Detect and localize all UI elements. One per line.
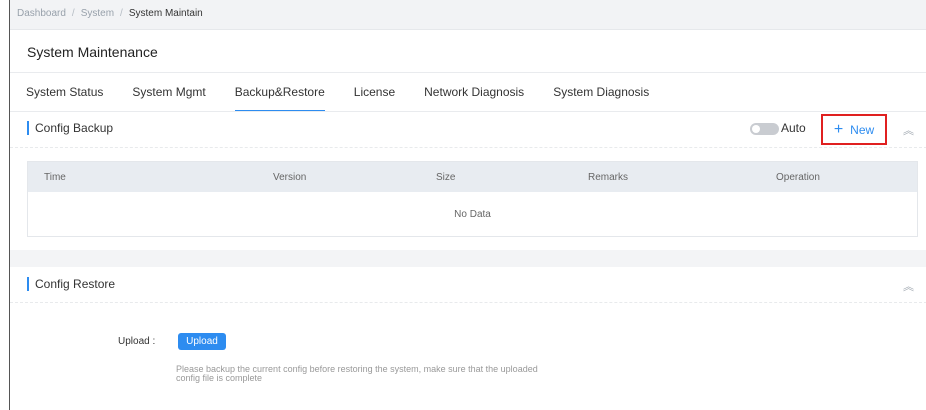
column-size[interactable]: Size bbox=[436, 172, 455, 183]
tab-system-mgmt[interactable]: System Mgmt bbox=[132, 85, 205, 111]
upload-button[interactable]: Upload bbox=[178, 333, 226, 350]
section-separator bbox=[10, 250, 926, 267]
tab-license[interactable]: License bbox=[354, 85, 395, 111]
tab-system-diagnosis[interactable]: System Diagnosis bbox=[553, 85, 649, 111]
breadcrumb-separator: / bbox=[120, 8, 123, 19]
config-backup-title: Config Backup bbox=[35, 121, 114, 135]
section-accent-bar bbox=[27, 277, 29, 291]
auto-label: Auto bbox=[781, 121, 806, 135]
column-remarks[interactable]: Remarks bbox=[588, 172, 628, 183]
breadcrumb-system[interactable]: System bbox=[81, 8, 114, 19]
backup-header-divider bbox=[10, 147, 926, 148]
restore-hint-line-2: config file is complete bbox=[176, 373, 263, 383]
table-empty-text: No Data bbox=[454, 209, 491, 220]
tab-system-status[interactable]: System Status bbox=[26, 85, 103, 111]
header-divider bbox=[10, 72, 926, 73]
collapse-backup-icon[interactable]: ︽ bbox=[903, 122, 914, 138]
breadcrumb-separator: / bbox=[71, 8, 75, 19]
table-header: Time Version Size Remarks Operation bbox=[28, 162, 917, 192]
breadcrumb-dashboard[interactable]: Dashboard bbox=[17, 8, 66, 19]
column-time[interactable]: Time bbox=[44, 172, 66, 183]
tab-bar: System Status System Mgmt Backup&Restore… bbox=[26, 85, 678, 112]
new-button-label: New bbox=[850, 122, 875, 137]
backup-table: Time Version Size Remarks Operation bbox=[27, 161, 918, 237]
main-frame: Dashboard / System / System Maintain System … bbox=[9, 0, 926, 410]
config-restore-header: Config Restore bbox=[27, 274, 115, 294]
page-title: System Maintenance bbox=[27, 44, 158, 60]
restore-hint: Please backup the current config before … bbox=[176, 365, 606, 383]
plus-icon: + bbox=[833, 120, 844, 138]
breadcrumb: Dashboard / System / System Maintain bbox=[10, 0, 926, 30]
config-restore-title: Config Restore bbox=[35, 277, 116, 291]
tab-backup-restore[interactable]: Backup&Restore bbox=[234, 85, 325, 112]
auto-backup-toggle[interactable] bbox=[750, 123, 779, 135]
tab-network-diagnosis[interactable]: Network Diagnosis bbox=[424, 85, 524, 111]
breadcrumb-current: System Maintain bbox=[128, 8, 203, 19]
new-backup-button[interactable]: + New bbox=[821, 114, 887, 145]
section-accent-bar bbox=[27, 121, 29, 135]
upload-label: Upload : bbox=[118, 336, 156, 347]
column-operation: Operation bbox=[776, 172, 820, 183]
config-backup-header: Config Backup bbox=[27, 118, 113, 138]
toggle-knob bbox=[752, 125, 760, 133]
collapse-restore-icon[interactable]: ︽ bbox=[903, 278, 914, 294]
restore-header-divider bbox=[10, 302, 926, 303]
column-version[interactable]: Version bbox=[273, 172, 306, 183]
tabs-divider bbox=[10, 111, 926, 112]
